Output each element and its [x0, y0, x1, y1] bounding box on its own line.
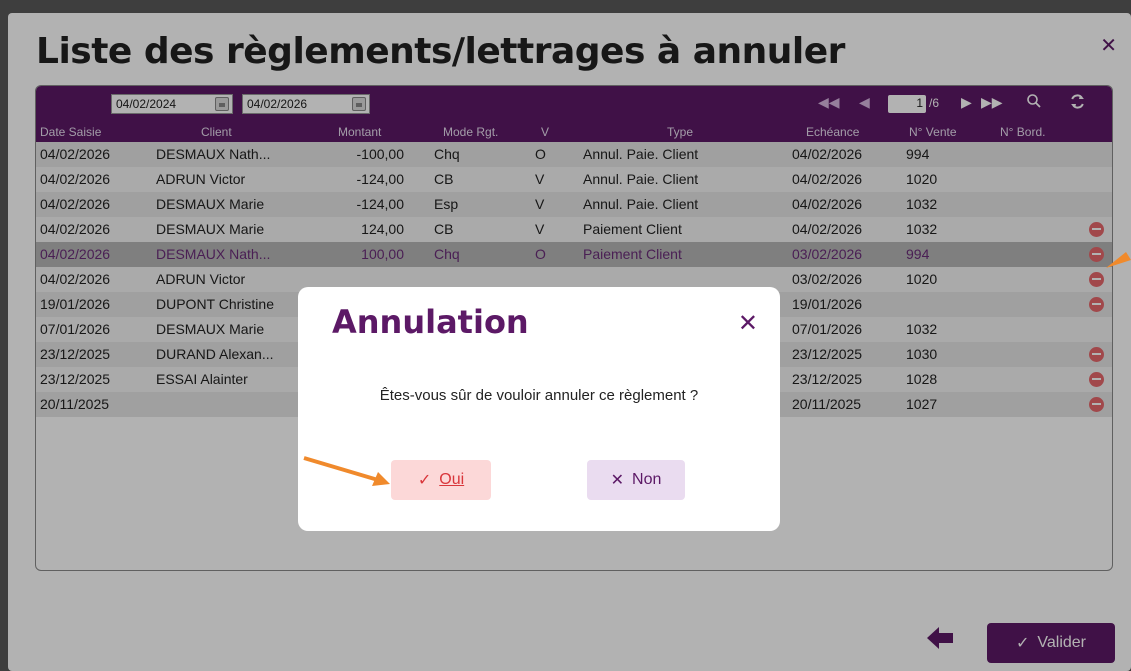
check-icon: ✓ [417, 472, 432, 489]
annotation-arrow-icon [303, 456, 390, 486]
confirm-dialog: Annulation ✕ Êtes-vous sûr de vouloir an… [298, 287, 780, 531]
dialog-close-icon[interactable]: ✕ [738, 309, 758, 337]
oui-label: Oui [439, 471, 465, 488]
non-button[interactable]: ✕ Non [587, 460, 685, 500]
oui-button[interactable]: ✓ Oui [391, 460, 491, 500]
cross-icon: ✕ [610, 472, 625, 489]
dialog-title: Annulation [332, 303, 529, 341]
non-label: Non [632, 471, 662, 488]
annotation-arrow-icon [1106, 252, 1131, 268]
dialog-message: Êtes-vous sûr de vouloir annuler ce règl… [379, 387, 699, 404]
